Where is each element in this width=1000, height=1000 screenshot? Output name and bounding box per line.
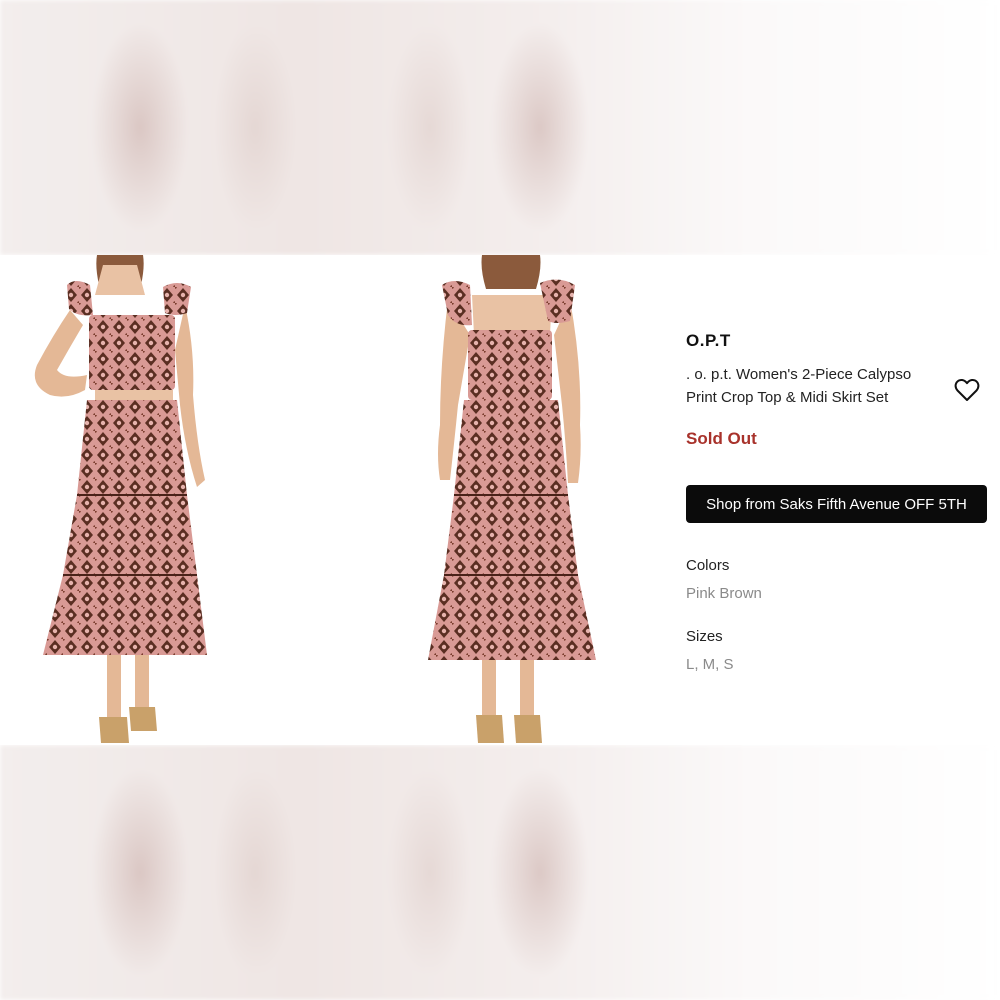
favorite-button[interactable] xyxy=(954,378,980,402)
blurred-background-top xyxy=(0,0,1000,255)
product-card[interactable]: O.P.T . o. p.t. Women's 2-Piece Calypso … xyxy=(0,255,1000,745)
shop-retailer-button[interactable]: Shop from Saks Fifth Avenue OFF 5TH xyxy=(686,485,987,523)
product-image-back[interactable] xyxy=(420,255,610,745)
sizes-value: L, M, S xyxy=(686,656,734,673)
product-image-front[interactable] xyxy=(15,255,220,745)
colors-value: Pink Brown xyxy=(686,585,762,602)
product-title[interactable]: . o. p.t. Women's 2-Piece Calypso Print … xyxy=(686,363,936,409)
sizes-label: Sizes xyxy=(686,628,723,645)
heart-outline-icon xyxy=(954,378,980,401)
brand-name[interactable]: O.P.T xyxy=(686,331,731,351)
stock-status: Sold Out xyxy=(686,429,757,448)
blurred-background-bottom xyxy=(0,745,1000,1000)
colors-label: Colors xyxy=(686,557,730,574)
